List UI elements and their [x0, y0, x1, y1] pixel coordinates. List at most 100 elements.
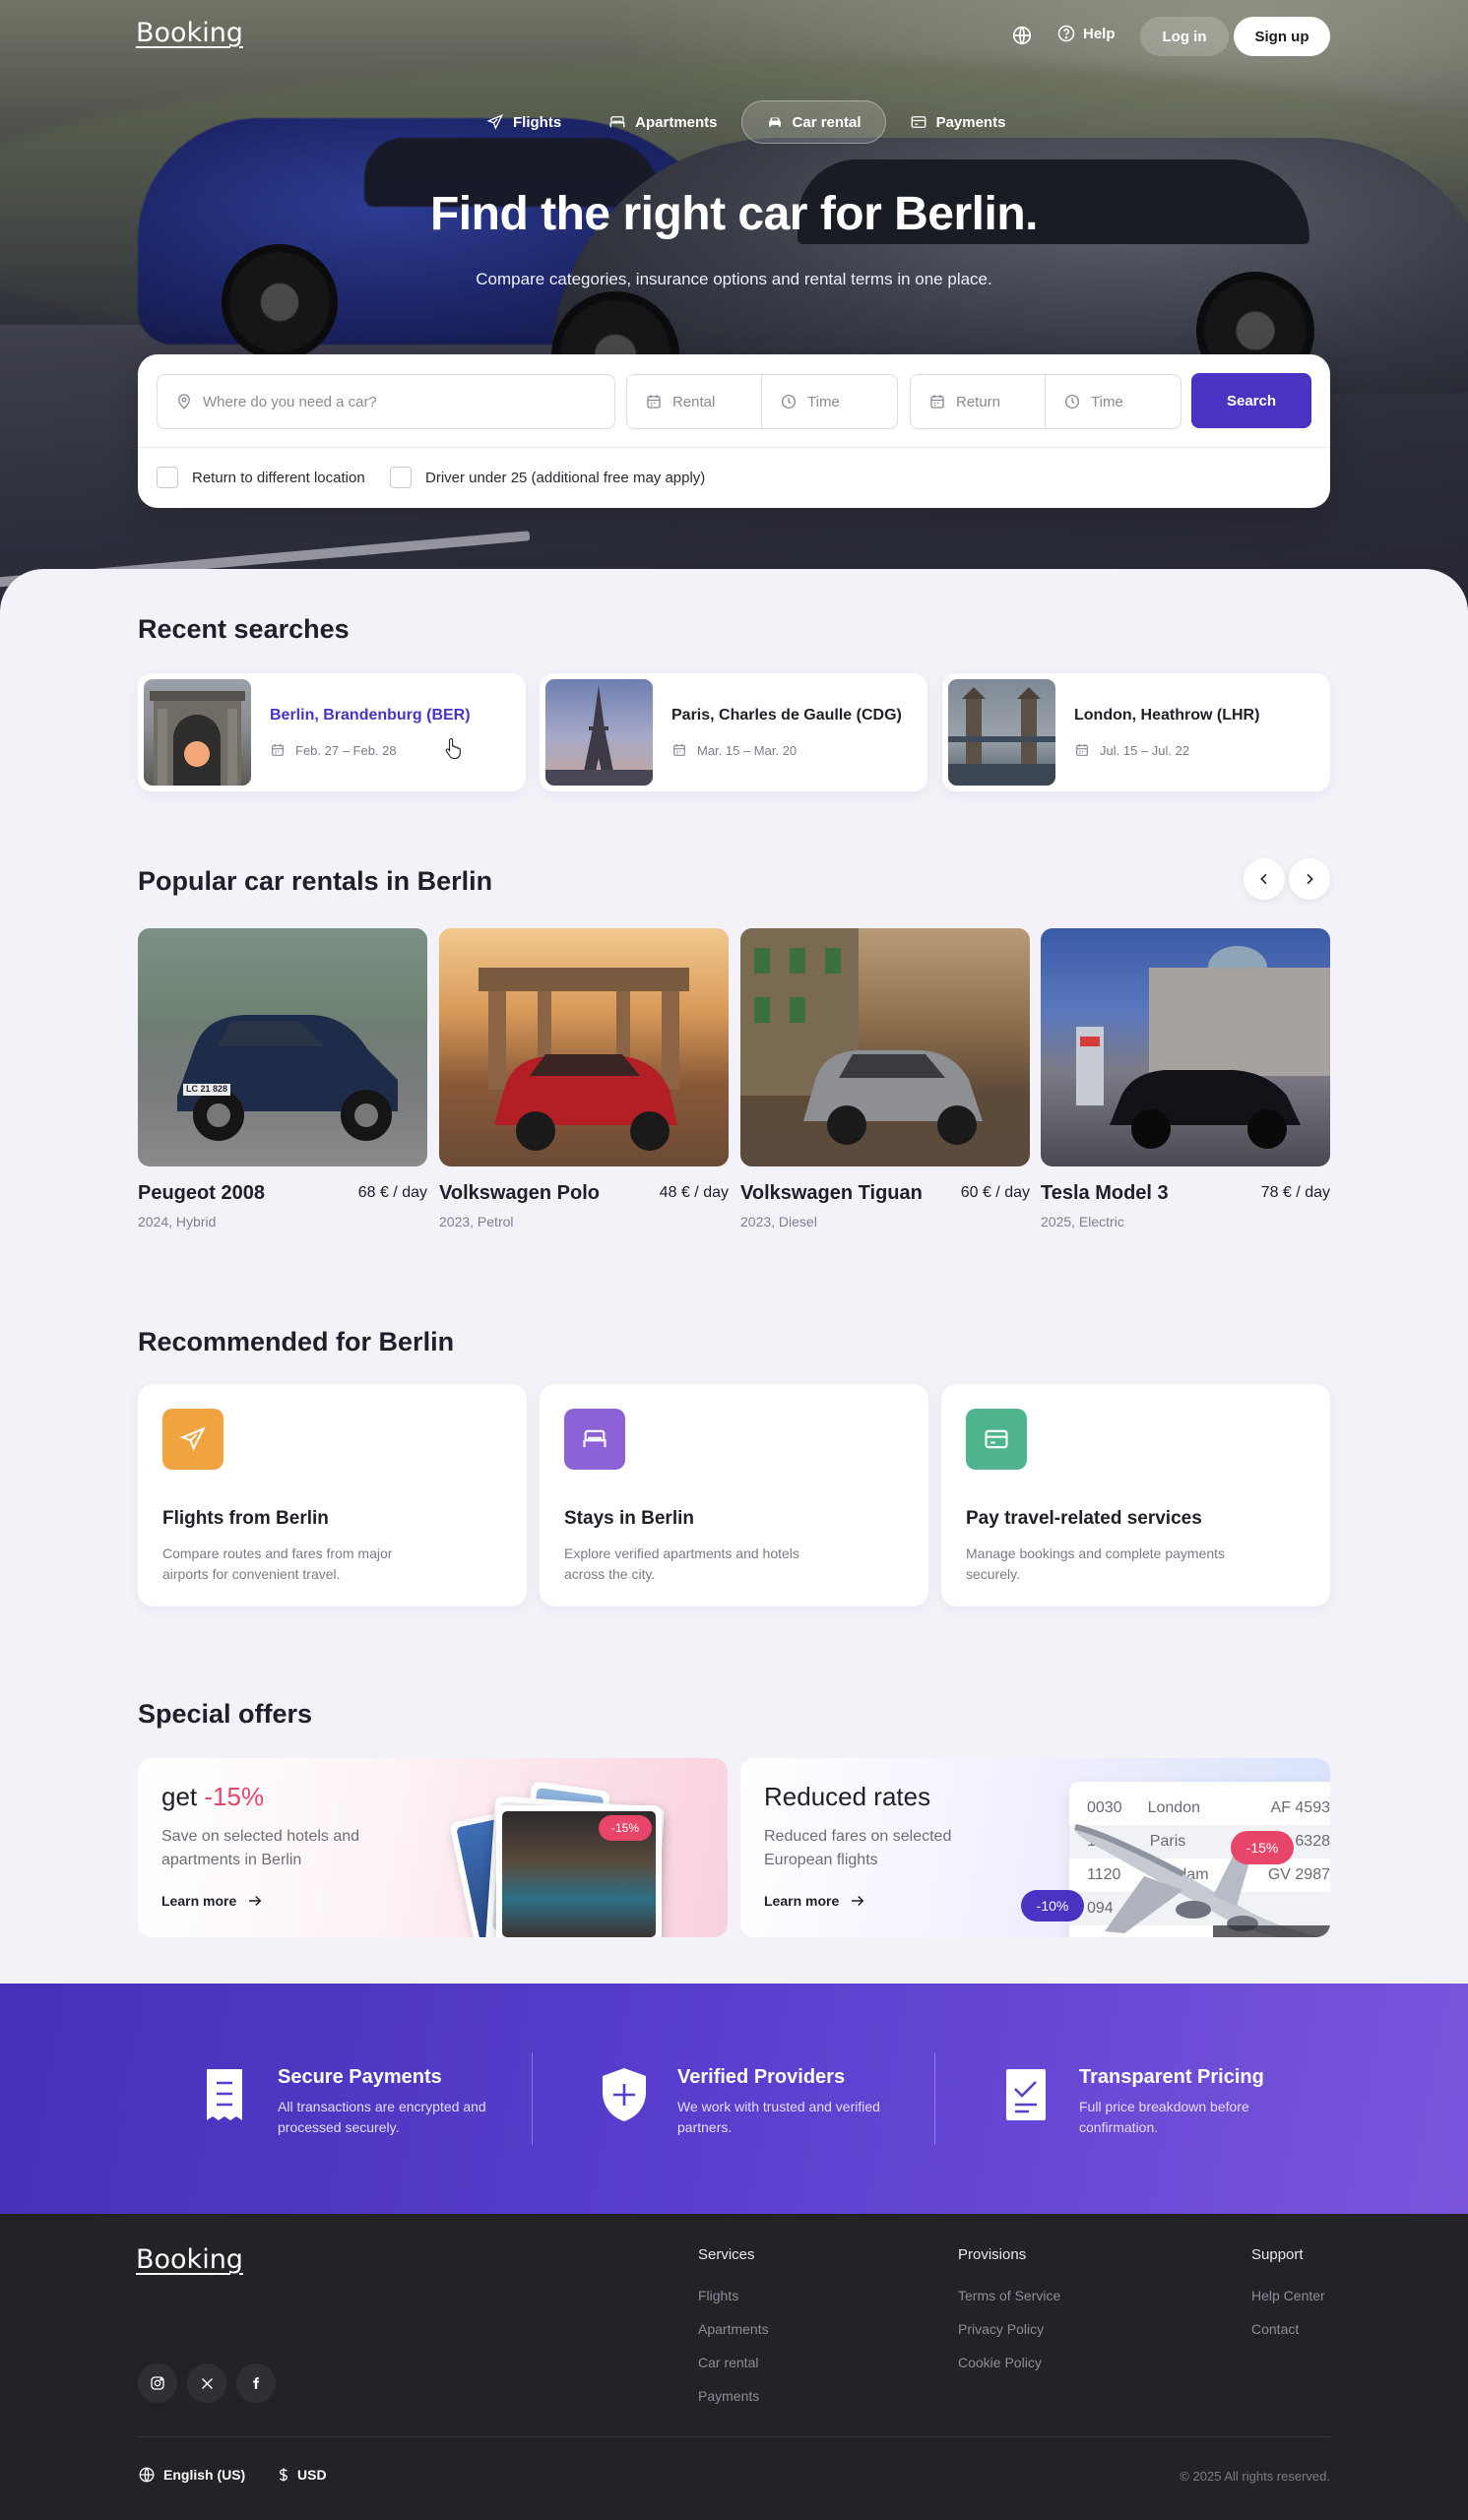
tab-label: Payments	[935, 113, 1006, 131]
dollar-icon	[279, 2468, 288, 2482]
help-link[interactable]: Help	[1056, 24, 1116, 43]
x-twitter-icon[interactable]	[187, 2363, 226, 2403]
car-card[interactable]: Volkswagen Polo 48 € / day 2023, Petrol	[439, 928, 729, 1229]
feature-verified-providers: Verified Providers We work with trusted a…	[599, 2064, 914, 2138]
car-image	[439, 928, 729, 1166]
footer-link-help-center[interactable]: Help Center	[1251, 2288, 1325, 2303]
arrow-right-icon	[852, 1895, 864, 1907]
footer-link-flights[interactable]: Flights	[698, 2288, 738, 2303]
signup-button[interactable]: Sign up	[1234, 17, 1330, 56]
offer-desc: Reduced fares on selected European fligh…	[764, 1828, 952, 1868]
location-input[interactable]: Where do you need a car?	[157, 374, 615, 429]
globe-icon[interactable]	[1011, 25, 1033, 46]
footer-link-apartments[interactable]: Apartments	[698, 2321, 769, 2337]
car-image	[1041, 928, 1330, 1166]
language-selector[interactable]: English (US)	[138, 2466, 245, 2484]
offer-title-prefix: get	[161, 1782, 205, 1811]
rental-time-input[interactable]: Time	[762, 375, 840, 428]
discount-badge: -10%	[1021, 1890, 1084, 1922]
recent-search-dates: Mar. 15 – Mar. 20	[671, 742, 797, 758]
receipt-icon	[199, 2064, 250, 2125]
recommended-card-payments[interactable]: Pay travel-related services Manage booki…	[941, 1384, 1330, 1606]
return-date-input[interactable]: Return	[911, 375, 1046, 428]
car-price: 78 € / day	[1260, 1184, 1330, 1201]
checkbox[interactable]	[157, 467, 178, 488]
recent-search-dates: Feb. 27 – Feb. 28	[270, 742, 397, 758]
recommended-desc: Manage bookings and complete payments se…	[966, 1545, 1226, 1582]
recent-search-card[interactable]: Berlin, Brandenburg (BER) Feb. 27 – Feb.…	[138, 673, 526, 791]
feature-desc: Full price breakdown before confirmation…	[1079, 2099, 1249, 2135]
footer-logo[interactable]: Booking	[136, 2244, 243, 2275]
search-card: Where do you need a car? Rental Time Ret…	[138, 354, 1330, 508]
recent-search-card[interactable]: Paris, Charles de Gaulle (CDG) Mar. 15 –…	[540, 673, 927, 791]
carousel-next-button[interactable]	[1289, 858, 1330, 900]
tab-label: Flights	[513, 113, 562, 131]
return-date-placeholder: Return	[956, 393, 1001, 410]
currency-selector[interactable]: USD	[276, 2466, 327, 2484]
tab-apartments[interactable]: Apartments	[585, 100, 740, 144]
tab-car-rental[interactable]: Car rental	[740, 100, 886, 144]
footer-link-privacy[interactable]: Privacy Policy	[958, 2321, 1044, 2337]
recent-search-dates: Jul. 15 – Jul. 22	[1074, 742, 1189, 758]
footer-link-payments[interactable]: Payments	[698, 2388, 759, 2404]
tab-payments[interactable]: Payments	[886, 100, 1030, 144]
learn-more-label: Learn more	[161, 1893, 237, 1909]
car-name: Tesla Model 3	[1041, 1182, 1169, 1204]
car-card[interactable]: Volkswagen Tiguan 60 € / day 2023, Diese…	[740, 928, 1030, 1229]
return-datetime-field[interactable]: Return Time	[910, 374, 1181, 429]
calendar-icon	[647, 395, 661, 409]
recent-searches-title: Recent searches	[138, 614, 350, 644]
car-card[interactable]: LC 21 828 Peugeot 2008 68 € / day 2024, …	[138, 928, 427, 1229]
instagram-icon[interactable]	[138, 2363, 177, 2403]
offer-card-hotels[interactable]: get -15% Save on selected hotels and apa…	[138, 1758, 728, 1937]
learn-more-link[interactable]: Learn more	[764, 1892, 866, 1910]
option-under-25[interactable]: Driver under 25 (additional free may app…	[390, 467, 705, 488]
rental-date-input[interactable]: Rental	[627, 375, 762, 428]
recent-search-name: Paris, Charles de Gaulle (CDG)	[671, 707, 902, 724]
header-logo[interactable]: Booking	[136, 18, 243, 48]
airplane-image	[1065, 1807, 1330, 1937]
chevron-left-icon	[1260, 873, 1267, 885]
rental-datetime-field[interactable]: Rental Time	[626, 374, 898, 429]
recent-search-thumbnail	[948, 679, 1055, 786]
footer-link-cookies[interactable]: Cookie Policy	[958, 2355, 1042, 2370]
calendar-icon	[930, 395, 944, 409]
footer-link-terms[interactable]: Terms of Service	[958, 2288, 1060, 2303]
car-meta: 2025, Electric	[1041, 1214, 1124, 1229]
location-pin-icon	[178, 394, 190, 410]
facebook-icon[interactable]	[236, 2363, 276, 2403]
footer-link-contact[interactable]: Contact	[1251, 2321, 1299, 2337]
card-icon	[911, 116, 925, 128]
recommended-card-flights[interactable]: Flights from Berlin Compare routes and f…	[138, 1384, 527, 1606]
calendar-icon	[1076, 744, 1088, 756]
car-meta: 2024, Hybrid	[138, 1214, 217, 1229]
recommended-card-stays[interactable]: Stays in Berlin Explore verified apartme…	[540, 1384, 928, 1606]
search-button[interactable]: Search	[1191, 373, 1311, 428]
language-label: English (US)	[163, 2467, 246, 2483]
calendar-icon	[272, 744, 284, 756]
recent-search-date-text: Jul. 15 – Jul. 22	[1100, 742, 1190, 758]
recent-search-thumbnail	[144, 679, 251, 786]
option-different-location[interactable]: Return to different location	[157, 467, 365, 488]
learn-more-link[interactable]: Learn more	[161, 1892, 264, 1910]
car-price: 68 € / day	[357, 1184, 427, 1201]
offer-card-flights[interactable]: Reduced rates Reduced fares on selected …	[740, 1758, 1330, 1937]
recent-search-card[interactable]: London, Heathrow (LHR) Jul. 15 – Jul. 22	[942, 673, 1330, 791]
checkbox-label: Return to different location	[192, 469, 365, 486]
login-button[interactable]: Log in	[1140, 17, 1229, 56]
car-meta: 2023, Diesel	[740, 1214, 817, 1229]
checklist-icon	[1000, 2064, 1052, 2125]
discount-badge: -15%	[599, 1815, 652, 1841]
return-time-input[interactable]: Time	[1046, 375, 1123, 428]
card-icon	[966, 1409, 1027, 1470]
car-icon	[768, 117, 781, 127]
tab-flights[interactable]: Flights	[463, 100, 585, 144]
checkbox-label: Driver under 25 (additional free may app…	[425, 469, 706, 486]
car-name: Volkswagen Tiguan	[740, 1182, 923, 1204]
globe-icon	[139, 2467, 155, 2483]
carousel-prev-button[interactable]	[1244, 858, 1285, 900]
car-card[interactable]: Tesla Model 3 78 € / day 2025, Electric	[1041, 928, 1330, 1229]
footer-link-car-rental[interactable]: Car rental	[698, 2355, 758, 2370]
checkbox[interactable]	[390, 467, 412, 488]
car-image: LC 21 828	[138, 928, 427, 1166]
